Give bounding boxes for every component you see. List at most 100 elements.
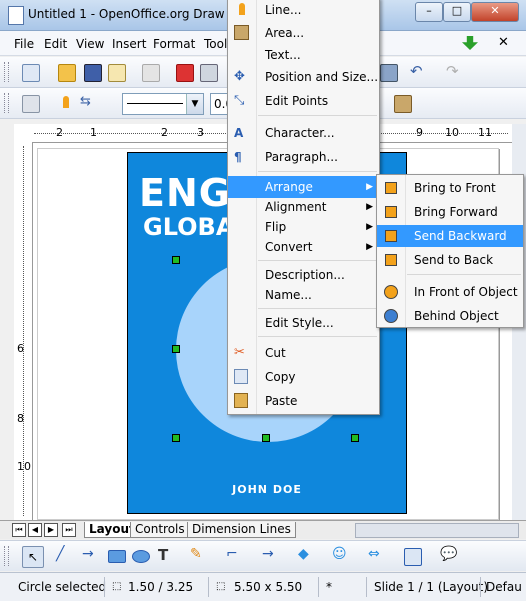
update-download-icon[interactable] [462,36,478,50]
arrow-style-icon[interactable]: ⇆ [80,94,96,110]
styles-icon[interactable] [22,95,40,113]
poster-title-line2[interactable]: GLOBA [143,213,234,241]
selection-handle[interactable] [262,434,270,442]
select-arrow-icon[interactable]: ↖ [22,546,44,568]
menu-item-character[interactable]: A Character... [228,122,379,144]
minimize-button[interactable]: – [415,2,443,22]
lines-arrows-icon[interactable]: → [262,546,278,562]
arrow-line-icon[interactable]: → [82,546,98,562]
submenu-arrow-icon: ▶ [366,182,373,192]
save-icon[interactable] [84,64,102,82]
menu-item-line[interactable]: Line... [228,0,379,21]
menu-insert[interactable]: Insert [112,37,146,51]
ruler-tick: 2 [56,126,63,139]
menu-item-edit-points[interactable]: ⤡ Edit Points [228,90,379,112]
close-document-icon[interactable]: ✕ [498,35,509,50]
prev-tab-icon[interactable]: ◀ [28,523,42,537]
connector-tool-icon[interactable]: ⌐ [226,546,242,562]
last-tab-icon[interactable]: ⏭ [62,523,76,537]
export-pdf-icon[interactable] [176,64,194,82]
menu-item-arrange[interactable]: Arrange ▶ [228,176,379,198]
menu-item-position-size[interactable]: ✥ Position and Size... [228,66,379,88]
area-fill-icon[interactable] [394,95,412,113]
ruler-tick: 10 [17,460,31,473]
menu-item-cut[interactable]: ✂ Cut [228,342,379,364]
selection-handle[interactable] [172,256,180,264]
menu-item-flip[interactable]: Flip ▶ [228,216,379,238]
menu-file[interactable]: File [14,37,34,51]
menu-item-paragraph[interactable]: ¶ Paragraph... [228,146,379,168]
ruler-tick: 2 [161,126,168,139]
send-to-back-icon [383,252,399,268]
clone-formatting-icon[interactable] [380,64,398,82]
menu-item-bring-to-front[interactable]: Bring to Front [377,177,523,199]
selection-handle[interactable] [172,345,180,353]
ruler-tick: 1 [90,126,97,139]
callouts-icon[interactable]: 💬 [440,546,457,562]
next-tab-icon[interactable]: ▶ [44,523,58,537]
menu-item-send-backward[interactable]: Send Backward [377,225,523,247]
menu-item-copy[interactable]: Copy [228,366,379,388]
size-icon: ⬚ [216,581,226,592]
rectangle-tool-icon[interactable] [108,550,126,563]
text-tool-icon[interactable]: T [158,546,174,564]
maximize-button[interactable]: □ [443,2,471,22]
menu-item-bring-forward[interactable]: Bring Forward [377,201,523,223]
paragraph-icon: ¶ [234,150,242,164]
horizontal-scrollbar[interactable] [355,523,519,538]
menu-item-area[interactable]: Area... [228,22,379,44]
first-tab-icon[interactable]: ⏮ [12,523,26,537]
area-icon [234,25,249,40]
selection-handle[interactable] [351,434,359,442]
status-slide: Slide 1 / 1 (Layout) [374,580,489,594]
edit-file-icon[interactable] [142,64,160,82]
menu-item-convert[interactable]: Convert ▶ [228,236,379,258]
menu-item-paste[interactable]: Paste [228,390,379,412]
menu-item-behind-object[interactable]: Behind Object [377,305,523,327]
symbol-shapes-icon[interactable]: ☺ [332,546,348,562]
copy-icon [234,369,248,384]
selection-handle[interactable] [172,434,180,442]
curve-tool-icon[interactable]: ✎ [190,546,206,562]
status-selection: Circle selected [18,580,107,594]
basic-shapes-icon[interactable]: ◆ [298,546,314,562]
new-document-icon[interactable] [22,64,40,82]
submenu-arrow-icon: ▶ [366,222,373,232]
poster-author[interactable]: JOHN DOE [128,483,406,496]
menu-format[interactable]: Format [153,37,195,51]
email-icon[interactable] [108,64,126,82]
menu-item-edit-style[interactable]: Edit Style... [228,312,379,334]
toolbar-grip-3[interactable] [4,546,9,566]
menu-edit[interactable]: Edit [44,37,67,51]
ellipse-tool-icon[interactable] [132,550,150,563]
context-menu: Line... Area... Text... ✥ Position and S… [227,0,380,415]
menu-item-send-to-back[interactable]: Send to Back [377,249,523,271]
chevron-down-icon[interactable]: ▼ [186,94,203,114]
menu-item-text[interactable]: Text... [228,44,379,66]
line-pen-icon[interactable] [58,95,74,111]
menu-item-description[interactable]: Description... [228,264,379,286]
line-style-select[interactable]: ▼ [122,93,204,115]
behind-object-icon [383,308,399,324]
scissors-icon: ✂ [234,345,245,360]
edit-points-icon: ⤡ [234,93,245,108]
tab-controls[interactable]: Controls [130,522,190,538]
redo-icon[interactable]: ↷ [446,62,462,80]
open-folder-icon[interactable] [58,64,76,82]
menu-item-alignment[interactable]: Alignment ▶ [228,196,379,218]
toolbar-grip-2[interactable] [4,93,9,113]
character-icon: A [234,126,244,140]
flowchart-icon[interactable] [404,548,422,566]
menu-item-in-front-of-object[interactable]: In Front of Object [377,281,523,303]
line-tool-icon[interactable]: ╱ [56,546,72,562]
toolbar-grip[interactable] [4,62,9,82]
menu-item-name[interactable]: Name... [228,284,379,306]
print-icon[interactable] [200,64,218,82]
vertical-ruler[interactable]: 6 8 10 [14,142,33,520]
ruler-tick: 6 [17,342,24,355]
menu-view[interactable]: View [76,37,104,51]
tab-dimension-lines[interactable]: Dimension Lines [187,522,296,538]
block-arrows-icon[interactable]: ⇔ [368,546,384,562]
close-button[interactable]: ✕ [471,2,519,22]
undo-icon[interactable]: ↶ [410,62,426,80]
